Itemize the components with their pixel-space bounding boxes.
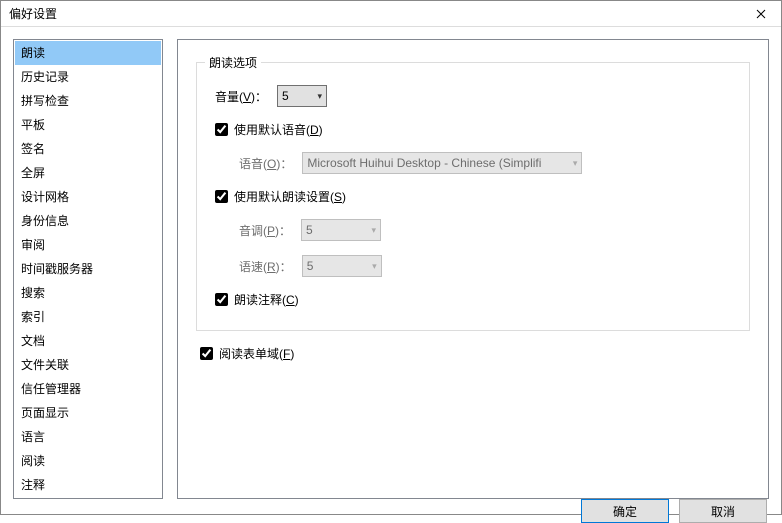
- reading-options-group: 朗读选项 音量(V)： 5 ▾ 使用默认语音: [196, 62, 750, 331]
- pitch-row: 音调(P)： 5 ▾: [239, 219, 731, 241]
- read-comments-row: 朗读注释(C): [215, 291, 731, 308]
- sidebar-item[interactable]: 身份信息: [15, 209, 161, 233]
- category-list[interactable]: 朗读历史记录拼写检查平板签名全屏设计网格身份信息审阅时间戳服务器搜索索引文档文件…: [15, 41, 161, 497]
- voice-label: 语音(O)：: [239, 155, 296, 172]
- titlebar: 偏好设置: [1, 1, 781, 27]
- group-title: 朗读选项: [205, 54, 261, 71]
- read-form-fields-input[interactable]: [200, 347, 213, 360]
- window-title: 偏好设置: [9, 5, 57, 22]
- sidebar-item[interactable]: 历史记录: [15, 65, 161, 89]
- use-default-settings-row: 使用默认朗读设置(S): [215, 188, 731, 205]
- chevron-down-icon: ▾: [372, 261, 377, 272]
- sidebar-item[interactable]: 注释: [15, 473, 161, 497]
- close-button[interactable]: [741, 1, 781, 27]
- read-comments-input[interactable]: [215, 293, 228, 306]
- sidebar-item[interactable]: 信任管理器: [15, 377, 161, 401]
- read-form-fields-row: 阅读表单域(F): [200, 345, 750, 363]
- rate-row: 语速(R)： 5 ▾: [239, 255, 731, 277]
- sidebar-item[interactable]: 文档: [15, 329, 161, 353]
- rate-label: 语速(R)：: [239, 258, 296, 275]
- voice-select: Microsoft Huihui Desktop - Chinese (Simp…: [302, 152, 582, 174]
- dialog-footer: 确定 取消: [1, 499, 781, 523]
- sidebar-item[interactable]: 签名: [15, 137, 161, 161]
- use-default-voice-row: 使用默认语音(D): [215, 121, 731, 138]
- preferences-dialog: 偏好设置 朗读历史记录拼写检查平板签名全屏设计网格身份信息审阅时间戳服务器搜索索…: [0, 0, 782, 515]
- sidebar-item[interactable]: 全屏: [15, 161, 161, 185]
- sidebar-item[interactable]: 拼写检查: [15, 89, 161, 113]
- sidebar-item[interactable]: 阅读: [15, 449, 161, 473]
- dialog-body: 朗读历史记录拼写检查平板签名全屏设计网格身份信息审阅时间戳服务器搜索索引文档文件…: [1, 27, 781, 499]
- sidebar-item[interactable]: 平板: [15, 113, 161, 137]
- sidebar-item[interactable]: 语言: [15, 425, 161, 449]
- sidebar-item[interactable]: 时间戳服务器: [15, 257, 161, 281]
- chevron-down-icon: ▾: [372, 225, 377, 236]
- sidebar-item[interactable]: 文件关联: [15, 353, 161, 377]
- use-default-settings-checkbox[interactable]: 使用默认朗读设置(S): [215, 188, 346, 205]
- use-default-voice-input[interactable]: [215, 123, 228, 136]
- volume-label: 音量(V)：: [215, 88, 271, 105]
- chevron-down-icon: ▾: [318, 91, 323, 102]
- sidebar-item[interactable]: 索引: [15, 305, 161, 329]
- cancel-button[interactable]: 取消: [679, 499, 767, 523]
- use-default-voice-checkbox[interactable]: 使用默认语音(D): [215, 121, 323, 138]
- voice-row: 语音(O)： Microsoft Huihui Desktop - Chines…: [239, 152, 731, 174]
- ok-button[interactable]: 确定: [581, 499, 669, 523]
- content-panel: 朗读选项 音量(V)： 5 ▾ 使用默认语音: [177, 39, 769, 499]
- sidebar-item[interactable]: 页面显示: [15, 401, 161, 425]
- sidebar-item[interactable]: 朗读: [15, 41, 161, 65]
- chevron-down-icon: ▾: [573, 158, 578, 169]
- sidebar-item[interactable]: 设计网格: [15, 185, 161, 209]
- pitch-label: 音调(P)：: [239, 222, 295, 239]
- sidebar-item[interactable]: 搜索: [15, 281, 161, 305]
- volume-row: 音量(V)： 5 ▾: [215, 85, 731, 107]
- rate-select: 5 ▾: [302, 255, 382, 277]
- sidebar-item[interactable]: 审阅: [15, 233, 161, 257]
- volume-select[interactable]: 5 ▾: [277, 85, 327, 107]
- use-default-settings-input[interactable]: [215, 190, 228, 203]
- category-list-wrap: 朗读历史记录拼写检查平板签名全屏设计网格身份信息审阅时间戳服务器搜索索引文档文件…: [13, 39, 163, 499]
- close-icon: [756, 6, 766, 22]
- read-form-fields-checkbox[interactable]: 阅读表单域(F): [200, 345, 294, 362]
- read-comments-checkbox[interactable]: 朗读注释(C): [215, 291, 299, 308]
- pitch-select: 5 ▾: [301, 219, 381, 241]
